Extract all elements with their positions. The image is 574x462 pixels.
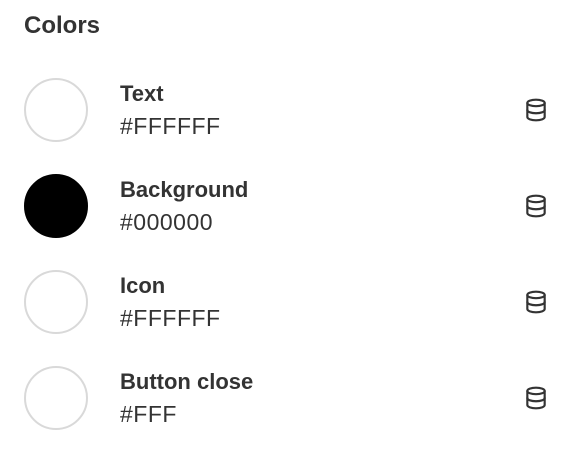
color-label-text: Text: [120, 81, 164, 106]
color-label-background: Background: [120, 177, 249, 202]
color-row-background[interactable]: Background #000000: [0, 174, 574, 238]
database-icon: [526, 98, 546, 122]
color-row-text[interactable]: Text #FFFFFF: [0, 78, 574, 142]
colors-panel: Colors Text #FFFFFF Background #000000 I…: [0, 0, 574, 450]
database-icon: [526, 290, 546, 314]
database-icon: [526, 194, 546, 218]
color-row-button-close[interactable]: Button close #FFF: [0, 366, 574, 430]
color-swatch-icon[interactable]: [24, 270, 88, 334]
color-swatch-text[interactable]: [24, 78, 88, 142]
color-row-icon[interactable]: Icon #FFFFFF: [0, 270, 574, 334]
color-value-button-close: #FFF: [120, 401, 177, 427]
color-value-background: #000000: [120, 209, 214, 235]
color-value-icon: #FFFFFF: [120, 305, 221, 331]
color-swatch-button-close[interactable]: [24, 366, 88, 430]
section-title: Colors: [24, 12, 101, 39]
database-icon: [526, 386, 546, 410]
color-label-button-close: Button close: [120, 369, 254, 394]
color-value-text: #FFFFFF: [120, 113, 221, 139]
database-button-text[interactable]: [518, 93, 554, 127]
color-label-icon: Icon: [120, 273, 166, 298]
database-button-background[interactable]: [518, 189, 554, 223]
database-button-icon[interactable]: [518, 285, 554, 319]
color-swatch-background[interactable]: [24, 174, 88, 238]
database-button-button-close[interactable]: [518, 381, 554, 415]
color-list: Text #FFFFFF Background #000000 Icon #FF…: [0, 78, 574, 462]
